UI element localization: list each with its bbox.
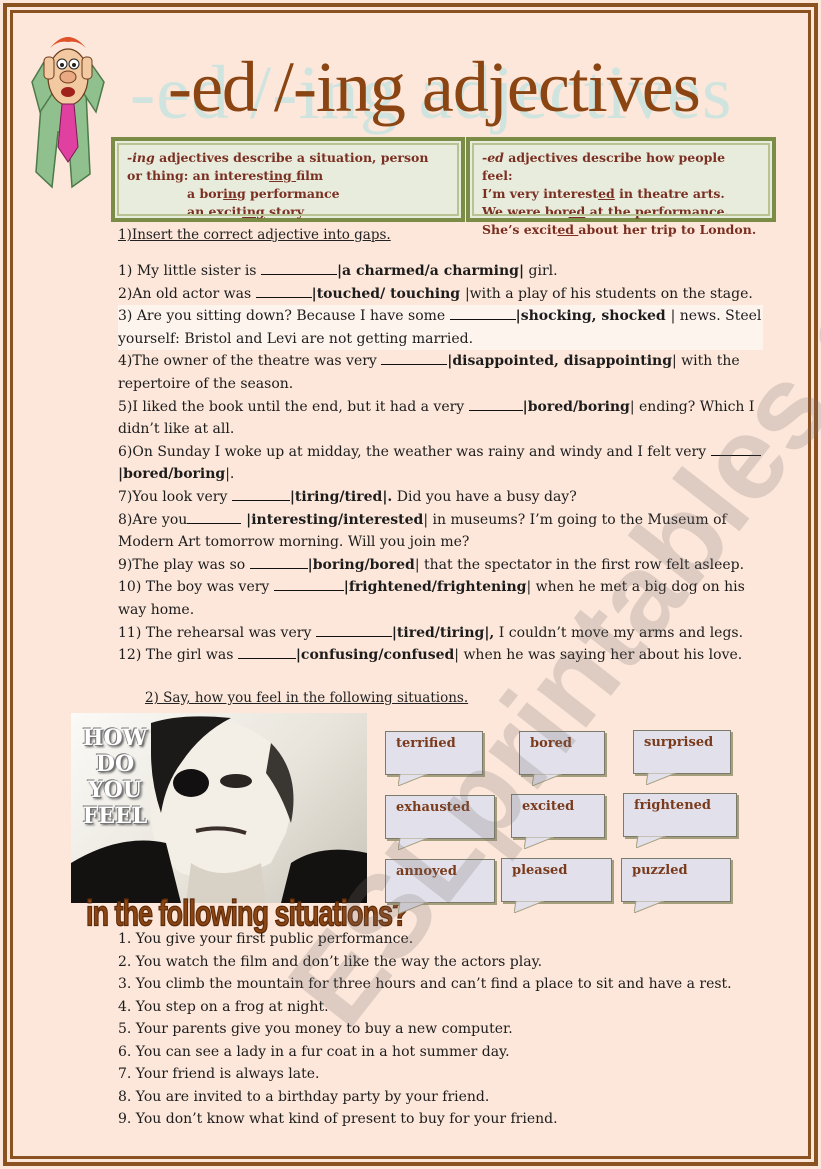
exercise-1-title: 1)Insert the correct adjective into gaps… bbox=[118, 227, 391, 243]
how-do-you-feel-photo: HOW DO YOU FEEL bbox=[71, 713, 367, 903]
feeling-bubble-puzzled: puzzled bbox=[621, 858, 731, 913]
shocked-man-cartoon bbox=[31, 37, 105, 189]
exercise-item: 10) The boy was very |frightened/frighte… bbox=[118, 577, 745, 618]
ed-rule-heading: -ed adjectives describe how people feel: bbox=[482, 150, 726, 183]
ed-example-3: She’s excited about her trip to London. bbox=[482, 222, 757, 237]
ing-rule-box: -ing adjectives describe a situation, pe… bbox=[111, 137, 465, 222]
situation-item: 5. Your parents give you money to buy a … bbox=[118, 1021, 513, 1037]
feeling-bubble-surprised: surprised bbox=[633, 730, 731, 785]
answer-gap[interactable] bbox=[255, 284, 312, 298]
feeling-bubble-terrified: terrified bbox=[385, 731, 483, 786]
bubble-tail-icon bbox=[634, 901, 664, 913]
exercise-item: 1) My little sister is |a charmed/a char… bbox=[118, 261, 558, 279]
answer-gap[interactable] bbox=[449, 306, 516, 321]
feeling-bubble-annoyed: annoyed bbox=[385, 859, 495, 914]
page-title: -ed /-ing adjectives bbox=[168, 47, 701, 127]
bubble-tail-icon bbox=[398, 838, 428, 850]
situation-item: 8. You are invited to a birthday party b… bbox=[118, 1088, 490, 1105]
exercise-item: 4)The owner of the theatre was very |dis… bbox=[118, 351, 740, 392]
how-do-you-feel-words: HOW DO YOU FEEL bbox=[82, 725, 148, 829]
exercise-item: 12) The girl was |confusing/confused| wh… bbox=[118, 645, 743, 664]
bubble-tail-icon bbox=[532, 774, 562, 786]
answer-gap[interactable] bbox=[249, 555, 308, 569]
answer-gap[interactable] bbox=[315, 623, 392, 637]
situation-item: 4. You step on a frog at night. bbox=[118, 998, 329, 1015]
exercise-item: 6)On Sunday I woke up at midday, the wea… bbox=[118, 441, 763, 486]
bubble-tail-icon bbox=[398, 774, 428, 786]
exercise-item: 11) The rehearsal was very |tired/tiring… bbox=[118, 623, 744, 641]
exercise-item: 2)An old actor was |touched/ touching |w… bbox=[118, 284, 753, 302]
exercise-2-title: 2) Say, how you feel in the following si… bbox=[145, 690, 469, 706]
exercise-item: 3) Are you sitting down? Because I have … bbox=[118, 305, 763, 351]
situation-item: 6. You can see a lady in a fur coat in a… bbox=[118, 1043, 510, 1060]
answer-gap[interactable] bbox=[260, 261, 337, 275]
situations-list: 1. You give your first public performanc… bbox=[118, 928, 732, 1131]
feeling-bubble-excited: excited bbox=[511, 794, 605, 849]
answer-gap[interactable] bbox=[381, 351, 448, 366]
exercise-item: 7)You look very |tiring/tired|. Did you … bbox=[118, 487, 577, 505]
answer-gap[interactable] bbox=[187, 510, 242, 524]
situation-item: 1. You give your first public performanc… bbox=[118, 931, 414, 947]
feeling-bubble-exhausted: exhausted bbox=[385, 795, 495, 850]
answer-gap[interactable] bbox=[710, 442, 761, 456]
ing-example-2: a boring performance bbox=[187, 186, 340, 201]
ing-example-1: or thing: an interesting film bbox=[127, 168, 324, 183]
exercise-item: 9)The play was so |boring/bored| that th… bbox=[118, 555, 745, 573]
answer-gap[interactable] bbox=[237, 645, 296, 660]
answer-gap[interactable] bbox=[231, 487, 290, 501]
answer-gap[interactable] bbox=[273, 577, 344, 592]
exercise-item: 5)I liked the book until the end, but it… bbox=[118, 397, 755, 438]
feeling-bubble-frightened: frightened bbox=[623, 793, 737, 848]
situation-item: 9. You don’t know what kind of present t… bbox=[118, 1111, 558, 1127]
bubble-tail-icon bbox=[398, 902, 428, 914]
feeling-bubble-bored: bored bbox=[519, 731, 605, 786]
bubble-tail-icon bbox=[514, 901, 544, 913]
ing-rule-heading: -ing adjectives describe a situation, pe… bbox=[127, 150, 429, 165]
bubble-tail-icon bbox=[636, 836, 666, 848]
situation-item: 7. Your friend is always late. bbox=[118, 1066, 320, 1082]
exercise-item: 8)Are you |interesting/interested| in mu… bbox=[118, 510, 727, 551]
feeling-bubble-pleased: pleased bbox=[501, 858, 612, 913]
ing-example-3: an exciting story bbox=[187, 204, 305, 219]
ed-example-2: We were bored at the performance. bbox=[482, 204, 729, 219]
bubble-tail-icon bbox=[646, 773, 676, 785]
ed-example-1: I’m very interested in theatre arts. bbox=[482, 186, 725, 201]
bubble-tail-icon bbox=[524, 837, 554, 849]
situation-item: 3. You climb the mountain for three hour… bbox=[118, 976, 732, 992]
exercise-1-list: 1) My little sister is |a charmed/a char… bbox=[118, 260, 763, 667]
situation-item: 2. You watch the film and don’t like the… bbox=[118, 953, 543, 970]
answer-gap[interactable] bbox=[468, 397, 523, 411]
ed-rule-box: -ed adjectives describe how people feel:… bbox=[466, 137, 776, 237]
